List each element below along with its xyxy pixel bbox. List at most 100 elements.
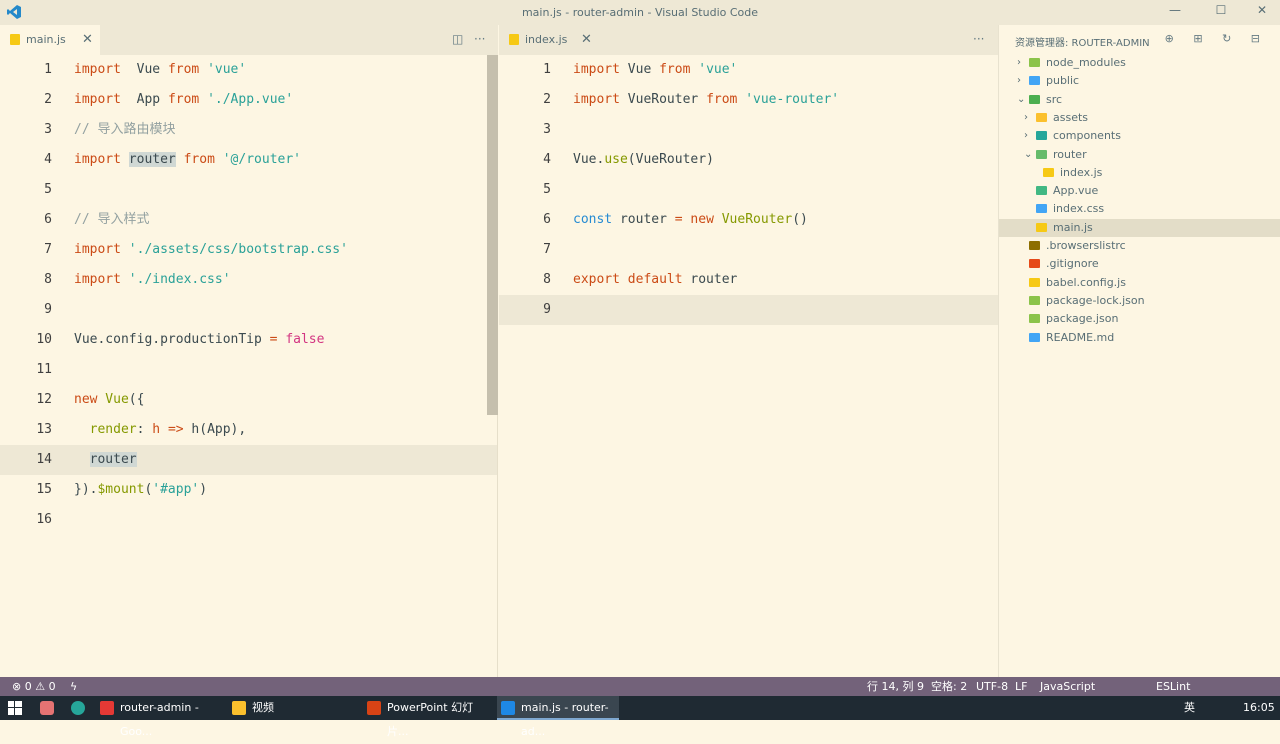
explorer-sidebar: 资源管理器: ROUTER-ADMIN ⊕ ⊞ ↻ ⊟ › node_module… bbox=[998, 25, 1280, 677]
code-line[interactable]: 7 import './assets/css/bootstrap.css' bbox=[0, 235, 497, 265]
eslint-status[interactable]: ESLint bbox=[1156, 677, 1190, 696]
file-icon bbox=[1036, 149, 1047, 159]
code-line[interactable]: 6 // 导入样式 bbox=[0, 205, 497, 235]
explorer-item[interactable]: package-lock.json bbox=[999, 292, 1280, 310]
tab-label: index.js bbox=[525, 33, 568, 46]
end-of-line[interactable]: LF bbox=[1015, 677, 1027, 696]
encoding[interactable]: UTF-8 bbox=[976, 677, 1008, 696]
chevron-icon[interactable]: ⌄ bbox=[1017, 91, 1025, 109]
explorer-item[interactable]: .gitignore bbox=[999, 255, 1280, 273]
chevron-icon[interactable]: ⌄ bbox=[1024, 146, 1032, 164]
chevron-icon[interactable]: › bbox=[1024, 127, 1028, 145]
chevron-icon[interactable]: › bbox=[1017, 54, 1021, 72]
explorer-item[interactable]: babel.config.js bbox=[999, 274, 1280, 292]
code-text: // 导入样式 bbox=[74, 212, 150, 227]
split-editor-icon[interactable]: ◫ bbox=[452, 32, 463, 46]
left-editor-pane[interactable]: 1 import Vue from 'vue' 2 import App from '… bbox=[0, 55, 498, 677]
code-line[interactable]: 9 bbox=[499, 295, 998, 325]
code-line[interactable]: 12 new Vue({ bbox=[0, 385, 497, 415]
explorer-item[interactable]: › assets bbox=[999, 109, 1280, 127]
tab-main-js[interactable]: main.js ✕ bbox=[0, 25, 100, 55]
code-line[interactable]: 9 bbox=[0, 295, 497, 325]
code-line[interactable]: 3 // 导入路由模块 bbox=[0, 115, 497, 145]
explorer-item[interactable]: › components bbox=[999, 127, 1280, 145]
minimize-button[interactable]: — bbox=[1165, 3, 1185, 21]
close-icon[interactable]: ✕ bbox=[82, 32, 93, 47]
code-line[interactable]: 8 export default router bbox=[499, 265, 998, 295]
explorer-item-label: index.css bbox=[1053, 202, 1105, 216]
line-number: 8 bbox=[543, 272, 551, 287]
maximize-button[interactable]: ☐ bbox=[1211, 3, 1231, 21]
code-line[interactable]: 5 bbox=[0, 175, 497, 205]
code-line[interactable]: 4 Vue.use(VueRouter) bbox=[499, 145, 998, 175]
explorer-item[interactable]: package.json bbox=[999, 310, 1280, 328]
explorer-item[interactable]: › node_modules bbox=[999, 54, 1280, 72]
taskbar-item[interactable]: 视频 bbox=[228, 696, 358, 720]
code-text: import App from './App.vue' bbox=[74, 92, 294, 107]
explorer-item-label: router bbox=[1053, 147, 1087, 161]
pinned-app-icon[interactable] bbox=[40, 701, 54, 715]
problems-indicator[interactable]: ⊗ 0 ⚠ 0 bbox=[12, 677, 56, 696]
explorer-item[interactable]: ⌄ src bbox=[999, 91, 1280, 109]
explorer-item[interactable]: index.css bbox=[999, 200, 1280, 218]
close-window-button[interactable]: ✕ bbox=[1252, 3, 1272, 21]
explorer-item[interactable]: .browserslistrc bbox=[999, 237, 1280, 255]
ime-indicator[interactable]: 英 bbox=[1184, 696, 1195, 720]
explorer-item-label: App.vue bbox=[1053, 184, 1099, 198]
lightning-icon[interactable]: ϟ bbox=[70, 677, 77, 696]
code-line[interactable]: 13 render: h => h(App), bbox=[0, 415, 497, 445]
more-actions-icon[interactable]: ··· bbox=[973, 32, 984, 46]
code-line[interactable]: 1 import Vue from 'vue' bbox=[499, 55, 998, 85]
code-line[interactable]: 11 bbox=[0, 355, 497, 385]
code-line[interactable]: 1 import Vue from 'vue' bbox=[0, 55, 497, 85]
taskbar-item[interactable]: PowerPoint 幻灯片... bbox=[363, 696, 493, 738]
chevron-icon[interactable]: › bbox=[1024, 109, 1028, 127]
edge-icon[interactable] bbox=[71, 701, 85, 715]
code-line[interactable]: 2 import VueRouter from 'vue-router' bbox=[499, 85, 998, 115]
code-line[interactable]: 4 import router from '@/router' bbox=[0, 145, 497, 175]
close-icon[interactable]: ✕ bbox=[581, 32, 592, 47]
code-text: Vue.config.productionTip = false bbox=[74, 332, 325, 347]
code-line[interactable]: 6 const router = new VueRouter() bbox=[499, 205, 998, 235]
file-icon bbox=[1029, 58, 1040, 67]
line-number: 7 bbox=[543, 242, 551, 257]
left-scrollbar[interactable] bbox=[487, 55, 498, 415]
line-number: 12 bbox=[36, 392, 52, 407]
line-number: 5 bbox=[44, 182, 52, 197]
explorer-item[interactable]: main.js bbox=[999, 218, 1280, 237]
taskbar-item[interactable]: router-admin - Goo... bbox=[96, 696, 224, 738]
code-line[interactable]: 16 bbox=[0, 505, 497, 535]
code-line[interactable]: 5 bbox=[499, 175, 998, 205]
windows-start-icon[interactable] bbox=[8, 701, 22, 715]
chevron-icon[interactable]: › bbox=[1017, 72, 1021, 90]
line-number: 4 bbox=[44, 152, 52, 167]
language-mode[interactable]: JavaScript bbox=[1040, 677, 1095, 696]
code-line[interactable]: 10 Vue.config.productionTip = false bbox=[0, 325, 497, 355]
code-text: export default router bbox=[573, 272, 738, 287]
explorer-item[interactable]: › public bbox=[999, 72, 1280, 90]
code-line[interactable]: 8 import './index.css' bbox=[0, 265, 497, 295]
explorer-actions[interactable]: ⊕ ⊞ ↻ ⊟ bbox=[1165, 32, 1268, 45]
line-number: 6 bbox=[543, 212, 551, 227]
explorer-item-label: public bbox=[1046, 74, 1080, 88]
code-line[interactable]: 14 router bbox=[0, 445, 497, 475]
line-number: 6 bbox=[44, 212, 52, 227]
clock[interactable]: 16:05 bbox=[1243, 696, 1275, 720]
line-number: 9 bbox=[44, 302, 52, 317]
code-line[interactable]: 3 bbox=[499, 115, 998, 145]
explorer-item[interactable]: README.md bbox=[999, 329, 1280, 347]
code-line[interactable]: 2 import App from './App.vue' bbox=[0, 85, 497, 115]
code-line[interactable]: 7 bbox=[499, 235, 998, 265]
file-icon bbox=[1036, 186, 1047, 196]
taskbar-item[interactable]: main.js - router-ad... bbox=[497, 696, 619, 738]
right-editor-pane[interactable]: 1 import Vue from 'vue' 2 import VueRouter … bbox=[499, 55, 998, 677]
cursor-position[interactable]: 行 14, 列 9 bbox=[867, 677, 924, 696]
tab-index-js[interactable]: index.js ✕ bbox=[499, 25, 599, 55]
explorer-item[interactable]: App.vue bbox=[999, 182, 1280, 200]
indentation[interactable]: 空格: 2 bbox=[931, 677, 967, 696]
explorer-item[interactable]: index.js bbox=[999, 164, 1280, 182]
code-line[interactable]: 15}).$mount('#app') bbox=[0, 475, 497, 505]
explorer-item[interactable]: ⌄ router bbox=[999, 146, 1280, 164]
line-number: 4 bbox=[543, 152, 551, 167]
more-actions-icon[interactable]: ··· bbox=[474, 32, 485, 46]
